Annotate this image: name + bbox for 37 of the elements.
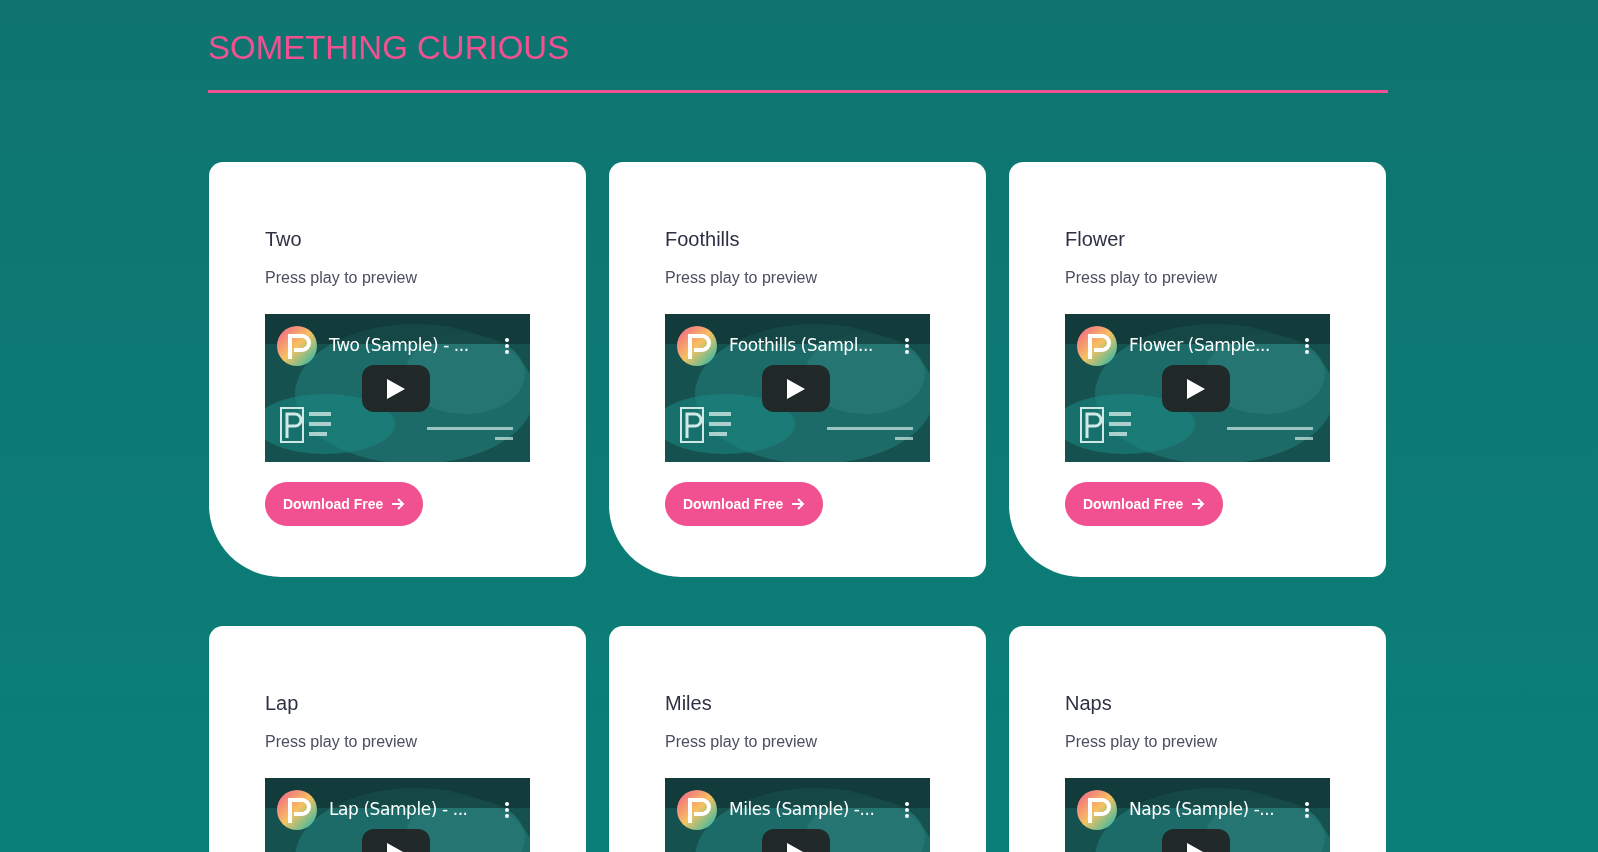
more-options-icon[interactable] <box>504 801 510 819</box>
track-subtitle: Press play to preview <box>1065 268 1219 288</box>
arrow-right-icon <box>1191 497 1206 511</box>
track-title: Two <box>265 227 303 252</box>
track-title: Foothills <box>665 227 741 252</box>
video-title[interactable]: Foothills (Sampl... <box>729 333 873 359</box>
download-button[interactable]: Download Free <box>665 482 824 526</box>
track-subtitle: Press play to preview <box>665 732 819 752</box>
track-subtitle: Press play to preview <box>265 268 419 288</box>
download-button[interactable]: Download Free <box>265 482 424 526</box>
arrow-right-icon <box>791 497 806 511</box>
play-button[interactable] <box>362 365 430 412</box>
channel-avatar-icon[interactable] <box>677 790 717 830</box>
arrow-right-icon <box>391 497 406 511</box>
channel-avatar-icon[interactable] <box>677 326 717 366</box>
track-title: Miles <box>665 691 713 716</box>
channel-avatar-icon[interactable] <box>1077 326 1117 366</box>
more-options-icon[interactable] <box>904 337 910 355</box>
track-title: Naps <box>1065 691 1113 716</box>
video-title[interactable]: Flower (Sample... <box>1129 333 1271 359</box>
more-options-icon[interactable] <box>904 801 910 819</box>
section-heading: SOMETHING CURIOUS <box>208 28 570 68</box>
play-button[interactable] <box>762 365 830 412</box>
track-subtitle: Press play to preview <box>665 268 819 288</box>
more-options-icon[interactable] <box>1304 801 1310 819</box>
channel-avatar-icon[interactable] <box>277 326 317 366</box>
track-subtitle: Press play to preview <box>1065 732 1219 752</box>
more-options-icon[interactable] <box>504 337 510 355</box>
play-button[interactable] <box>1162 365 1230 412</box>
track-subtitle: Press play to preview <box>265 732 419 752</box>
video-title[interactable]: Two (Sample) - ... <box>329 333 469 359</box>
download-button[interactable]: Download Free <box>1065 482 1224 526</box>
more-options-icon[interactable] <box>1304 337 1310 355</box>
track-title: Lap <box>265 691 300 716</box>
channel-avatar-icon[interactable] <box>277 790 317 830</box>
track-title: Flower <box>1065 227 1126 252</box>
channel-avatar-icon[interactable] <box>1077 790 1117 830</box>
